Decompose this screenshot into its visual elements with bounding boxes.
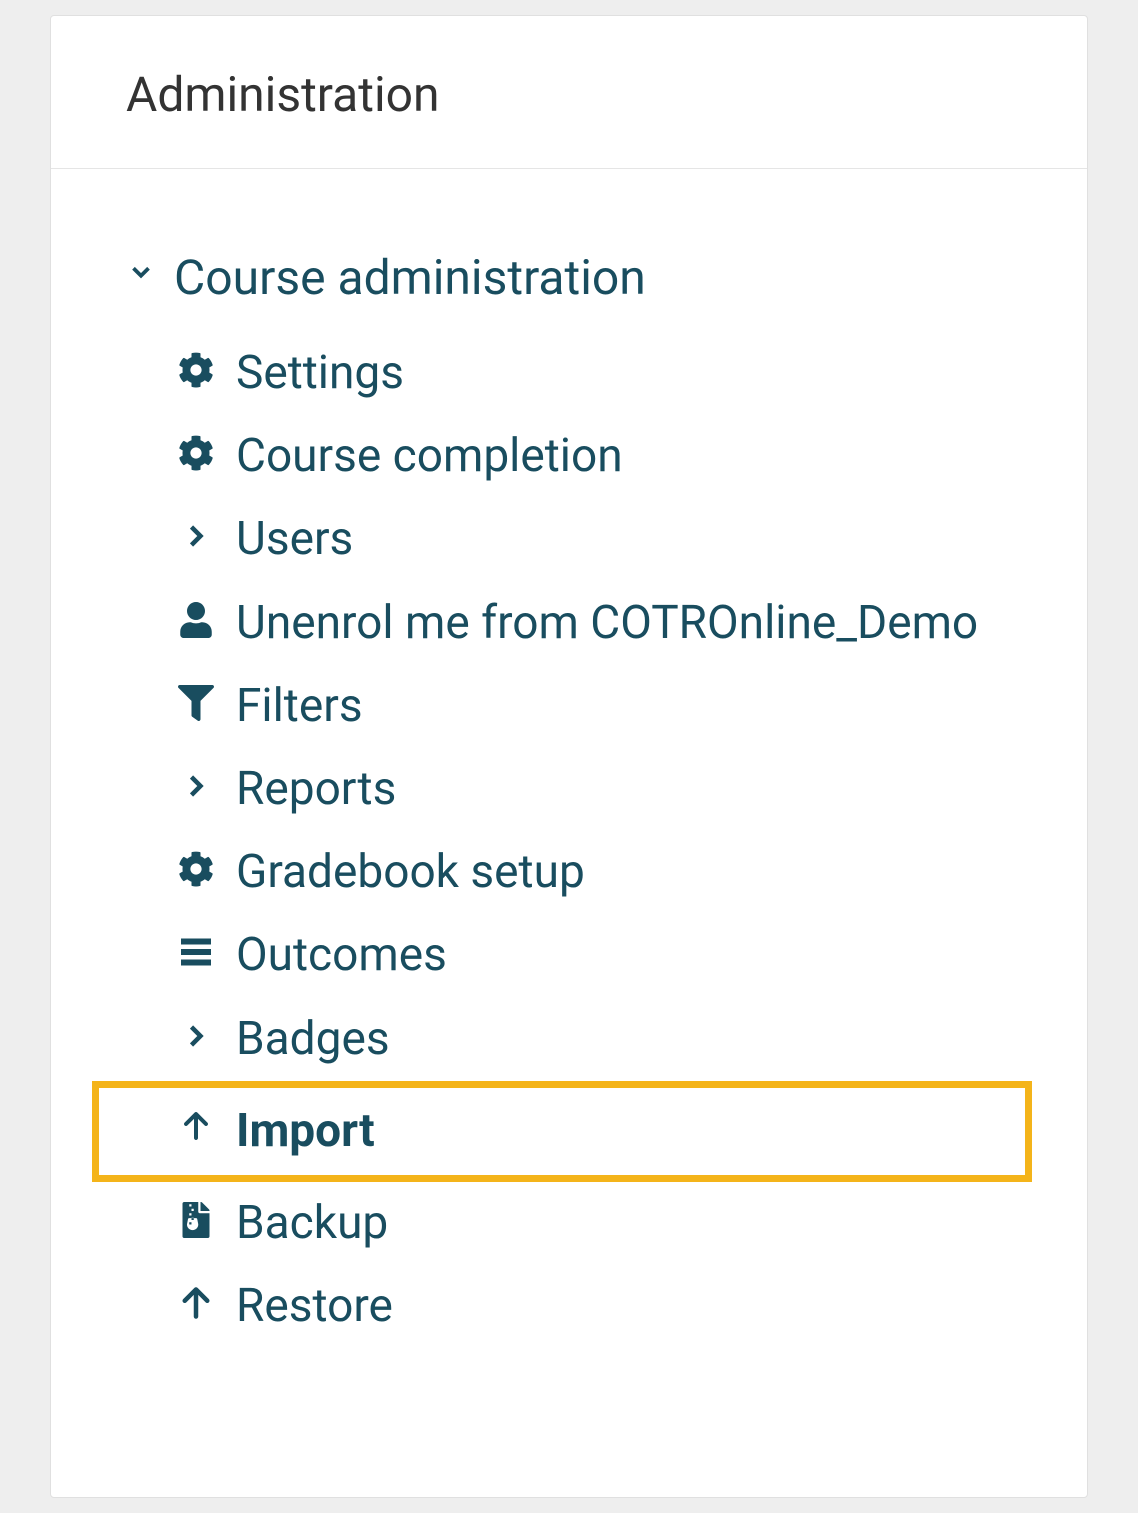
administration-block: Administration Course administration Set… [50,15,1088,1498]
nav-item-restore[interactable]: Restore [176,1265,1012,1348]
nav-item-label: Filters [236,679,363,734]
file-archive-icon [176,1202,216,1238]
upload-arrow-icon [176,1285,216,1321]
upload-arrow-icon [176,1110,216,1142]
nav-item-backup[interactable]: Backup [176,1182,1012,1265]
chevron-down-icon [126,257,156,293]
nav-item-users[interactable]: Users [176,498,1012,581]
gear-icon [176,352,216,388]
chevron-right-icon [176,1018,216,1054]
nav-item-settings[interactable]: Settings [176,332,1012,415]
nav-item-label: Reports [236,762,396,817]
filter-icon [176,685,216,721]
nav-item-unenrol[interactable]: Unenrol me from COTROnline_Demo [176,582,1012,665]
chevron-right-icon [176,518,216,554]
nav-item-label: Restore [236,1279,393,1334]
nav-item-label: Backup [236,1196,388,1251]
administration-title: Administration [126,66,1012,123]
nav-item-label: Outcomes [236,928,447,983]
course-administration-children: Settings Course completion Users Unenrol… [126,332,1012,1348]
nav-item-label: Unenrol me from COTROnline_Demo [236,596,978,651]
nav-item-reports[interactable]: Reports [176,748,1012,831]
nav-item-label: Gradebook setup [236,845,585,900]
course-administration-label: Course administration [174,249,646,306]
nav-item-label: Course completion [236,429,623,484]
list-icon [176,934,216,970]
nav-item-import[interactable]: Import [92,1081,1032,1182]
chevron-right-icon [176,768,216,804]
nav-item-course-completion[interactable]: Course completion [176,415,1012,498]
nav-item-label: Import [236,1104,375,1159]
nav-item-filters[interactable]: Filters [176,665,1012,748]
administration-body: Course administration Settings Course co… [51,169,1087,1368]
nav-item-label: Users [236,512,353,567]
gear-icon [176,851,216,887]
administration-header: Administration [51,16,1087,169]
nav-item-label: Settings [236,346,404,401]
user-icon [176,602,216,638]
course-administration-toggle[interactable]: Course administration [126,249,1012,306]
nav-item-gradebook-setup[interactable]: Gradebook setup [176,831,1012,914]
nav-item-outcomes[interactable]: Outcomes [176,914,1012,997]
gear-icon [176,435,216,471]
nav-item-label: Badges [236,1012,390,1067]
nav-item-badges[interactable]: Badges [176,998,1012,1081]
